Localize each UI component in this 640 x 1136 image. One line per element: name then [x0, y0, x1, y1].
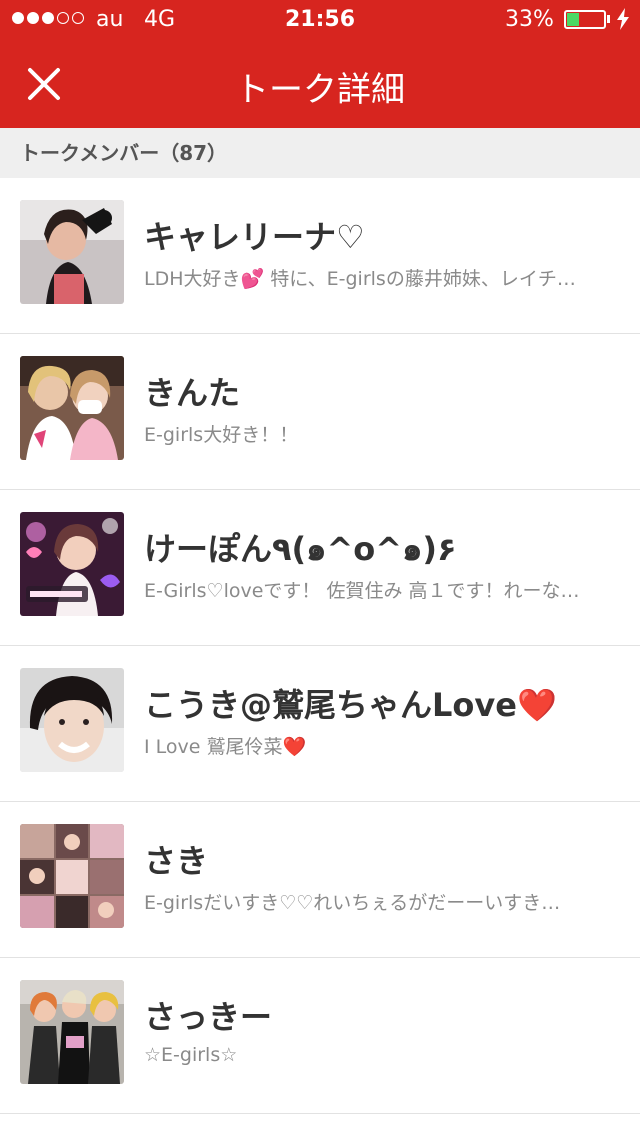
avatar	[20, 980, 124, 1084]
status-bar: au 4G 21:56 33%	[0, 0, 640, 40]
avatar	[20, 512, 124, 616]
member-name: キャレリーナ♡	[144, 218, 365, 256]
charging-bolt-icon	[617, 8, 629, 30]
talk-members-section-header: トークメンバー（87）	[0, 128, 640, 178]
avatar	[20, 356, 124, 460]
member-name: けーぽん٩(๑^o^๑)۶	[144, 530, 457, 568]
avatar	[20, 824, 124, 928]
member-name: きんた	[144, 374, 241, 412]
battery-nub	[607, 15, 610, 23]
member-row[interactable]: さっきー ☆E-girls☆	[0, 958, 640, 1114]
member-list: キャレリーナ♡ LDH大好き💕 特に、E-girlsの藤井姉妹、レイチ… きんた…	[0, 178, 640, 1114]
member-row[interactable]: きんた E-girls大好き！！	[0, 334, 640, 490]
battery-icon	[564, 10, 606, 29]
member-status-message: I Love 鷲尾伶菜❤️	[144, 736, 307, 758]
battery-percent: 33%	[505, 7, 554, 32]
member-row[interactable]: キャレリーナ♡ LDH大好き💕 特に、E-girlsの藤井姉妹、レイチ…	[0, 178, 640, 334]
member-status-message: E-girlsだいすき♡♡れいちぇるがだーーいすき…	[144, 892, 561, 914]
member-name: こうき@鷲尾ちゃんLove❤️	[144, 686, 557, 724]
avatar	[20, 200, 124, 304]
member-name: さっきー	[144, 998, 273, 1036]
member-status-message: E-Girls♡loveです！ 佐賀住み 高１です！れーな…	[144, 580, 580, 602]
battery-level-fill	[567, 13, 579, 26]
member-row[interactable]: こうき@鷲尾ちゃんLove❤️ I Love 鷲尾伶菜❤️	[0, 646, 640, 802]
member-status-message: E-girls大好き！！	[144, 424, 299, 446]
page-title: トーク詳細	[235, 70, 405, 110]
member-row[interactable]: さき E-girlsだいすき♡♡れいちぇるがだーーいすき…	[0, 802, 640, 958]
member-status-message: ☆E-girls☆	[144, 1044, 238, 1066]
member-row[interactable]: けーぽん٩(๑^o^๑)۶ E-Girls♡loveです！ 佐賀住み 高１です！…	[0, 490, 640, 646]
avatar	[20, 668, 124, 772]
navigation-bar: トーク詳細	[0, 40, 640, 128]
member-name: さき	[144, 842, 209, 880]
member-status-message: LDH大好き💕 特に、E-girlsの藤井姉妹、レイチ…	[144, 268, 576, 290]
